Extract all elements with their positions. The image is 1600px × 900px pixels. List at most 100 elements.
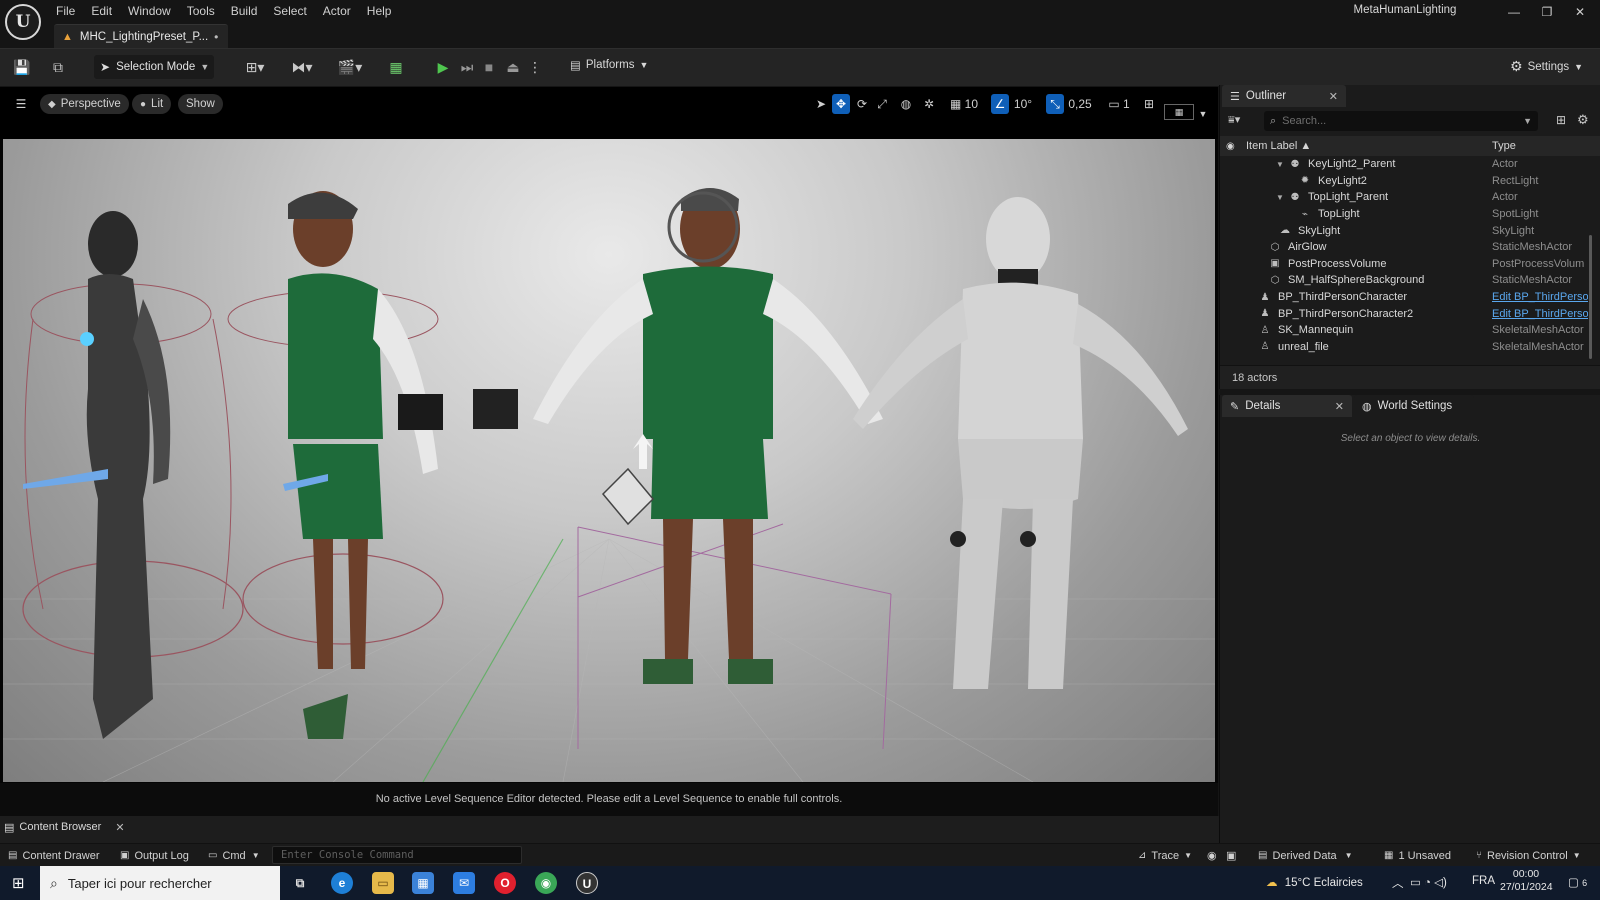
- clock[interactable]: 00:00 27/01/2024: [1500, 868, 1553, 894]
- unreal-logo[interactable]: U: [5, 4, 41, 40]
- menu-tools[interactable]: Tools: [179, 3, 223, 19]
- edit-blueprint-link[interactable]: Edit BP_ThirdPerso: [1492, 308, 1588, 320]
- gear-icon[interactable]: ⚙: [1577, 112, 1589, 128]
- tray-network-icons[interactable]: ▭ ◔ ◁): [1410, 875, 1447, 889]
- blueprint-icon[interactable]: ⧓▾: [286, 57, 318, 77]
- unreal-taskbar-icon[interactable]: U: [576, 872, 598, 894]
- restore-button[interactable]: ❐: [1533, 5, 1561, 19]
- outliner-row[interactable]: ☁ SkyLight SkyLight: [1220, 222, 1600, 239]
- grid-snap-toggle[interactable]: ▦ 10: [946, 94, 982, 114]
- outliner-row[interactable]: ♟ BP_ThirdPersonCharacter2 Edit BP_ThirdPe…: [1220, 305, 1600, 322]
- surface-snap-icon[interactable]: ✲: [920, 94, 938, 114]
- layout-icon[interactable]: ▦: [1164, 104, 1194, 120]
- menu-help[interactable]: Help: [359, 3, 400, 19]
- visibility-eye-icon[interactable]: ◉: [1226, 141, 1242, 152]
- close-icon[interactable]: ✕: [1329, 90, 1338, 103]
- outliner-search-input[interactable]: ⌕ Search... ▼: [1264, 111, 1538, 131]
- platforms-dropdown[interactable]: ▤ Platforms ▼: [570, 58, 648, 72]
- maximize-viewport-icon[interactable]: ⊞: [1140, 94, 1158, 114]
- menu-build[interactable]: Build: [223, 3, 266, 19]
- derived-data-dropdown[interactable]: ▤ Derived Data ▼: [1258, 847, 1353, 864]
- modes-icon[interactable]: ▦: [386, 57, 406, 77]
- menu-window[interactable]: Window: [120, 3, 179, 19]
- world-settings-tab[interactable]: ◍ World Settings: [1354, 395, 1474, 417]
- expand-arrow-icon[interactable]: ▼: [1276, 160, 1286, 169]
- translate-tool-icon[interactable]: ✥: [832, 94, 850, 114]
- level-viewport[interactable]: ☰ ◆ Perspective ● Lit Show ➤ ✥ ⟳ ⤢ ◍ ✲ ▦…: [0, 87, 1218, 816]
- chrome-icon[interactable]: ◉: [535, 872, 557, 894]
- more-options-icon[interactable]: ⋮: [528, 57, 542, 77]
- level-document-tab[interactable]: ▲ MHC_LightingPreset_P... •: [54, 24, 228, 48]
- outliner-row[interactable]: ▣ PostProcessVolume PostProcessVolum: [1220, 256, 1600, 273]
- content-browser-tab[interactable]: ▤ Content Browser ✕: [4, 818, 125, 836]
- cmd-dropdown[interactable]: ▭ Cmd ▼: [208, 847, 260, 864]
- eject-icon[interactable]: ⏏: [504, 57, 522, 77]
- menu-select[interactable]: Select: [265, 3, 314, 19]
- close-window-button[interactable]: ✕: [1566, 5, 1594, 19]
- output-log-button[interactable]: ▣ Output Log: [120, 847, 189, 864]
- step-icon[interactable]: ⏭: [458, 57, 476, 77]
- expand-arrow-icon[interactable]: ▼: [1276, 193, 1286, 202]
- weather-widget[interactable]: ☁ 15°C Eclaircies: [1266, 875, 1363, 889]
- menu-edit[interactable]: Edit: [83, 3, 120, 19]
- filter-icon[interactable]: ⩸▾: [1228, 113, 1240, 127]
- screenshot-icon[interactable]: ▣: [1226, 847, 1236, 864]
- outliner-row[interactable]: ▼ ⚉ KeyLight2_Parent Actor: [1220, 156, 1600, 173]
- selection-mode-dropdown[interactable]: ➤ Selection Mode ▼: [94, 55, 214, 79]
- revision-control-dropdown[interactable]: ⑂ Revision Control ▼: [1476, 847, 1581, 864]
- item-label-column[interactable]: Item Label ▲: [1246, 140, 1311, 152]
- close-icon[interactable]: ✕: [1335, 400, 1344, 413]
- lit-button[interactable]: ● Lit: [132, 94, 172, 114]
- record-icon[interactable]: ◉: [1207, 847, 1217, 864]
- store-icon[interactable]: ▦: [412, 872, 434, 894]
- outliner-row[interactable]: ♙ unreal_file SkeletalMeshActor: [1220, 339, 1600, 356]
- content-drawer-button[interactable]: ▤ Content Drawer: [8, 847, 100, 864]
- add-folder-icon[interactable]: ⊞: [1556, 113, 1566, 127]
- windows-start-icon[interactable]: ⊞: [12, 874, 25, 892]
- settings-dropdown[interactable]: ⚙ Settings ▼: [1510, 58, 1583, 75]
- rotate-tool-icon[interactable]: ⟳: [853, 94, 871, 114]
- file-explorer-icon[interactable]: ▭: [372, 872, 394, 894]
- mail-icon[interactable]: ✉: [453, 872, 475, 894]
- scale-snap-icon[interactable]: ⤡: [1046, 94, 1064, 114]
- menu-actor[interactable]: Actor: [315, 3, 359, 19]
- close-icon[interactable]: ✕: [115, 821, 124, 834]
- scale-snap-value[interactable]: 0,25: [1066, 94, 1094, 114]
- browse-icon[interactable]: ⧉: [48, 57, 68, 77]
- menu-file[interactable]: File: [48, 3, 83, 19]
- minimize-button[interactable]: —: [1500, 5, 1528, 19]
- edge-icon[interactable]: e: [331, 872, 353, 894]
- rotation-snap-value[interactable]: 10°: [1011, 94, 1035, 114]
- save-icon[interactable]: 💾: [12, 57, 32, 77]
- outliner-row[interactable]: ♟ BP_ThirdPersonCharacter Edit BP_ThirdPer…: [1220, 289, 1600, 306]
- outliner-row[interactable]: ▼ ⚉ TopLight_Parent Actor: [1220, 189, 1600, 206]
- taskbar-search-input[interactable]: ⌕ Taper ici pour rechercher: [40, 866, 280, 900]
- perspective-button[interactable]: ◆ Perspective: [40, 94, 129, 114]
- select-tool-icon[interactable]: ➤: [812, 94, 830, 114]
- details-tab[interactable]: ✎ Details ✕: [1222, 395, 1352, 417]
- scale-tool-icon[interactable]: ⤢: [873, 94, 891, 114]
- rotation-snap-icon[interactable]: ∠: [991, 94, 1009, 114]
- console-command-input[interactable]: Enter Console Command: [272, 846, 522, 864]
- outliner-tab[interactable]: ☰ Outliner ✕: [1222, 85, 1346, 107]
- cinematics-icon[interactable]: 🎬▾: [334, 57, 366, 77]
- show-button[interactable]: Show: [178, 94, 223, 114]
- tray-chevron-icon[interactable]: ︿: [1392, 875, 1404, 891]
- task-view-icon[interactable]: ⧉: [289, 872, 311, 894]
- scene-render[interactable]: [3, 139, 1215, 782]
- chevron-down-icon[interactable]: ▼: [1197, 104, 1209, 124]
- play-icon[interactable]: ▶: [434, 57, 452, 77]
- stop-icon[interactable]: ■: [480, 57, 498, 77]
- type-column[interactable]: Type: [1492, 140, 1516, 152]
- opera-icon[interactable]: O: [494, 872, 516, 894]
- world-space-icon[interactable]: ◍: [897, 94, 915, 114]
- outliner-row[interactable]: ♙ SK_Mannequin SkeletalMeshActor: [1220, 322, 1600, 339]
- edit-blueprint-link[interactable]: Edit BP_ThirdPerso: [1492, 291, 1588, 303]
- notifications-button[interactable]: ▢ 6: [1568, 875, 1587, 889]
- trace-dropdown[interactable]: ⊿ Trace ▼: [1138, 847, 1192, 864]
- add-actor-icon[interactable]: ⊞▾: [240, 57, 270, 77]
- unsaved-button[interactable]: ▦ 1 Unsaved: [1384, 847, 1451, 864]
- hamburger-menu-icon[interactable]: ☰: [12, 94, 30, 114]
- outliner-row[interactable]: ⌁ TopLight SpotLight: [1220, 206, 1600, 223]
- language-indicator[interactable]: FRA: [1472, 875, 1495, 887]
